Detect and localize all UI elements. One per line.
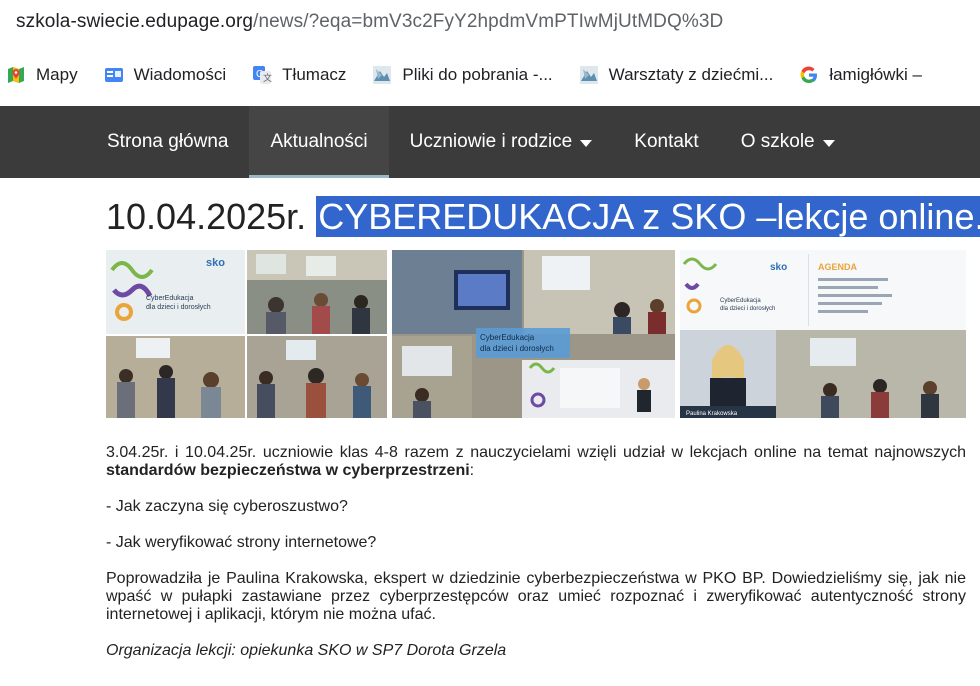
slide-subtitle-text: dla dzieci i dorosłych	[720, 306, 775, 312]
site-navigation: Strona główna Aktualności Uczniowie i ro…	[0, 106, 980, 178]
slide-logo-text: sko	[206, 257, 225, 269]
article-body: 3.04.25r. i 10.04.25r. uczniowie klas 4-…	[106, 444, 966, 660]
bookmark-wiadomosci[interactable]: Wiadomości	[104, 65, 226, 85]
url-text[interactable]: szkola-swiecie.edupage.org/news/?eqa=bmV…	[16, 11, 723, 33]
news-icon	[104, 65, 124, 85]
bookmark-pliki[interactable]: Pliki do pobrania -...	[372, 65, 553, 85]
gallery-photo-1[interactable]: sko CyberEdukacja dla dzieci i dorosłych	[106, 250, 387, 418]
slide-title-text: CyberEdukacja	[720, 298, 761, 304]
caret-down-icon	[822, 139, 835, 147]
translate-icon: G文	[252, 65, 272, 85]
slide-logo-text: sko	[770, 262, 787, 273]
nav-home[interactable]: Strona główna	[86, 106, 249, 178]
organizer-note: Organizacja lekcji: opiekunka SKO w SP7 …	[106, 642, 507, 659]
gallery-photo-2[interactable]: CyberEdukacja dla dzieci i dorosłych	[391, 250, 676, 418]
slide-subtitle-text: dla dzieci i dorosłych	[146, 304, 211, 311]
nav-students-parents[interactable]: Uczniowie i rodzice	[389, 106, 614, 178]
site-icon	[372, 65, 392, 85]
bookmark-lamiglowki[interactable]: łamigłówki –	[799, 65, 922, 85]
agenda-label: AGENDA	[818, 262, 858, 272]
question-1: - Jak zaczyna się cyberoszustwo?	[106, 498, 348, 515]
site-icon	[579, 65, 599, 85]
svg-text:文: 文	[263, 72, 272, 83]
intro-paragraph: 3.04.25r. i 10.04.25r. uczniowie klas 4-…	[106, 444, 966, 479]
bookmarks-bar: Mapy Wiadomości G文 Tłumacz Pliki do pobr…	[0, 52, 980, 98]
caret-down-icon	[580, 139, 593, 147]
nav-about-school[interactable]: O szkole	[720, 106, 856, 178]
slide-title-text: CyberEdukacja	[480, 333, 535, 342]
bookmark-warsztaty[interactable]: Warsztaty z dziećmi...	[579, 65, 773, 85]
gallery-photo-3[interactable]: sko CyberEdukacja dla dzieci i dorosłych…	[680, 250, 966, 418]
bookmark-tlumacz[interactable]: G文 Tłumacz	[252, 65, 346, 85]
presenter-paragraph: Poprowadziła je Paulina Krakowska, ekspe…	[106, 570, 966, 623]
presenter-caption: Paulina Krakowska	[686, 411, 738, 417]
nav-contact[interactable]: Kontakt	[613, 106, 719, 178]
slide-title-text: CyberEdukacja	[146, 295, 194, 302]
slide-subtitle-text: dla dzieci i dorosłych	[480, 344, 554, 353]
address-bar[interactable]: szkola-swiecie.edupage.org/news/?eqa=bmV…	[0, 0, 980, 44]
selected-title-text: CYBEREDUKACJA z SKO –lekcje online.	[316, 196, 980, 237]
nav-news[interactable]: Aktualności	[249, 106, 389, 178]
bookmark-mapy[interactable]: Mapy	[6, 65, 78, 85]
google-icon	[799, 65, 819, 85]
article-title: 10.04.2025r. CYBEREDUKACJA z SKO –lekcje…	[106, 196, 980, 238]
question-2: - Jak weryfikować strony internetowe?	[106, 534, 377, 551]
photo-gallery: sko CyberEdukacja dla dzieci i dorosłych	[106, 250, 966, 418]
maps-icon	[6, 65, 26, 85]
